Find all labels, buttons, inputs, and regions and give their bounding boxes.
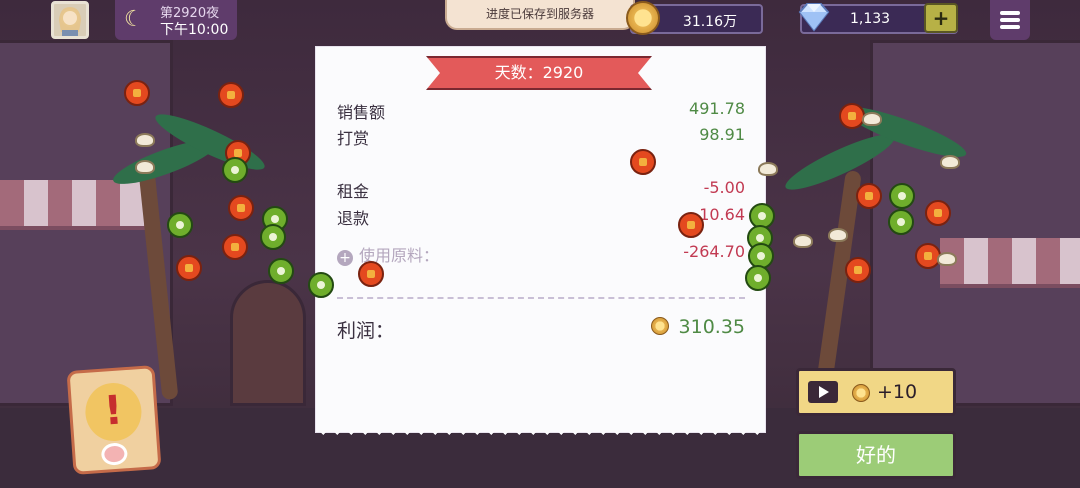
row-value: -264.70 xyxy=(683,242,745,261)
row-label: 打赏 xyxy=(337,129,370,148)
tomato-slice-icon xyxy=(222,234,248,260)
hamburger-icon xyxy=(1000,11,1020,15)
row-value: -5.00 xyxy=(703,178,745,197)
tomato-slice-icon xyxy=(358,261,384,287)
receipt-row-rent: 租金 -5.00 xyxy=(337,178,745,201)
coin-balance: 31.16万 xyxy=(626,1,763,35)
palm-trunk-right xyxy=(814,170,862,400)
garlic-icon xyxy=(940,155,960,169)
pepper-slice-icon xyxy=(222,157,248,183)
row-label: 销售额 xyxy=(337,103,386,122)
profit-value: 310.35 xyxy=(678,316,745,338)
profit-row: 利润： 310.35 xyxy=(337,316,745,342)
tomato-slice-icon xyxy=(218,82,244,108)
profit-value-group: 310.35 xyxy=(650,316,745,338)
garlic-icon xyxy=(758,162,778,176)
pepper-slice-icon xyxy=(260,224,286,250)
garlic-icon xyxy=(862,112,882,126)
garlic-icon xyxy=(828,228,848,242)
tomato-slice-icon xyxy=(925,200,951,226)
profit-label: 利润： xyxy=(337,320,395,342)
tomato-slice-icon xyxy=(839,103,865,129)
pepper-slice-icon xyxy=(888,209,914,235)
tomato-slice-icon xyxy=(856,183,882,209)
garlic-icon xyxy=(793,234,813,248)
coin-amount: 31.16万 xyxy=(682,14,737,30)
garlic-icon xyxy=(135,160,155,174)
receipt-row-tips: 打赏 98.91 xyxy=(337,125,745,148)
hamburger-icon xyxy=(1000,25,1020,29)
awning-left xyxy=(0,180,150,230)
notification-dot xyxy=(100,442,129,466)
coin-icon xyxy=(650,317,669,335)
coin-icon xyxy=(852,384,870,402)
pepper-slice-icon xyxy=(268,258,294,284)
dashed-divider xyxy=(337,297,745,299)
expand-plus-icon: + xyxy=(337,250,353,266)
row-value: 98.91 xyxy=(699,125,745,144)
row-label: 退款 xyxy=(337,209,370,228)
watch-ad-button[interactable]: +10 xyxy=(796,368,956,416)
tomato-slice-icon xyxy=(228,195,254,221)
awning-right xyxy=(940,238,1080,288)
clock-time: 下午10:00 xyxy=(160,22,229,38)
day-time-panel: ☾ 第2920夜 下午10:00 xyxy=(115,0,237,40)
alert-card-button[interactable]: ! xyxy=(66,365,162,475)
player-avatar[interactable] xyxy=(51,1,89,39)
row-label: 租金 xyxy=(337,182,370,201)
ok-button[interactable]: 好的 xyxy=(796,431,956,479)
buy-gems-button[interactable]: + xyxy=(924,3,958,33)
coin-icon xyxy=(626,1,660,35)
tomato-slice-icon xyxy=(678,212,704,238)
garlic-icon xyxy=(937,252,957,266)
save-status-toast: 进度已保存到服务器 xyxy=(445,0,635,30)
exclamation-icon: ! xyxy=(83,381,144,443)
moon-icon: ☾ xyxy=(124,7,144,32)
tomato-slice-icon xyxy=(124,80,150,106)
shop-door xyxy=(230,280,306,406)
diamond-icon xyxy=(798,3,830,32)
row-value: 491.78 xyxy=(689,99,745,118)
video-play-icon xyxy=(808,381,838,403)
pepper-slice-icon xyxy=(889,183,915,209)
tomato-slice-icon xyxy=(845,257,871,283)
tomato-slice-icon xyxy=(630,149,656,175)
receipt-row-ingredients[interactable]: + 使用原料： -264.70 xyxy=(337,242,745,266)
pepper-slice-icon xyxy=(167,212,193,238)
ad-reward-label: +10 xyxy=(877,381,918,403)
hamburger-icon xyxy=(1000,18,1020,22)
pepper-slice-icon xyxy=(308,272,334,298)
ingredients-toggle[interactable]: + 使用原料： xyxy=(337,242,439,266)
garlic-icon xyxy=(135,133,155,147)
daily-receipt: 天数：2920 销售额 491.78 打赏 98.91 租金 -5.00 退款 … xyxy=(316,47,765,442)
receipt-title: 天数：2920 xyxy=(426,56,652,90)
receipt-row-sales: 销售额 491.78 xyxy=(337,99,745,122)
gem-amount: 1,133 xyxy=(850,11,891,27)
menu-button[interactable] xyxy=(990,0,1030,40)
tomato-slice-icon xyxy=(176,255,202,281)
pepper-slice-icon xyxy=(745,265,771,291)
